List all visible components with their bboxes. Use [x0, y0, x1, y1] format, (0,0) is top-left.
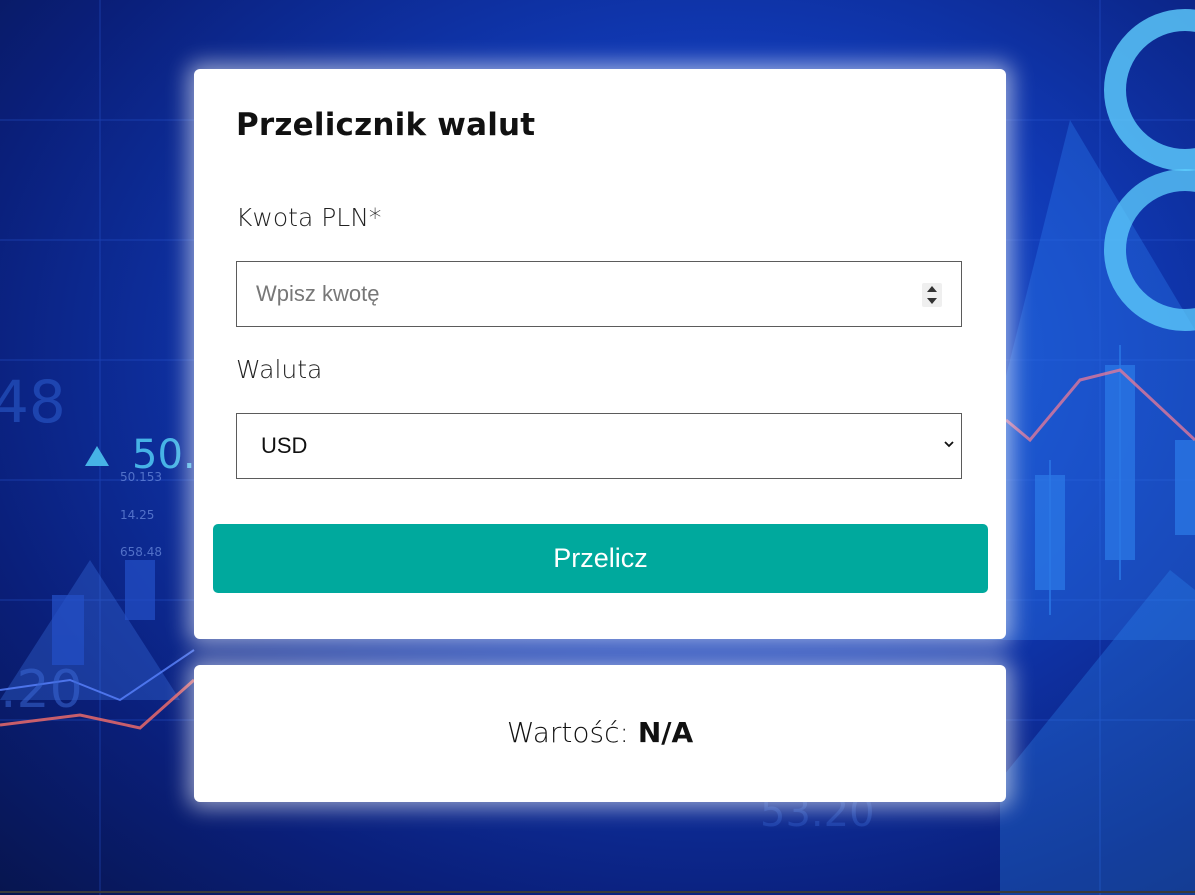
amount-input[interactable]: [237, 262, 917, 326]
currency-label: Waluta: [236, 355, 323, 384]
background-number-small-3: 658.48: [120, 545, 162, 559]
background-number-left: 48: [0, 368, 66, 436]
converter-card: Przelicznik walut Kwota PLN* Waluta USD …: [194, 69, 1006, 639]
currency-select[interactable]: USD: [236, 413, 962, 479]
currency-selected-value: USD: [261, 433, 308, 458]
page-title: Przelicznik walut: [236, 107, 536, 143]
background-number-small-1: 50.153: [120, 470, 162, 484]
spinner-up-icon[interactable]: [927, 286, 937, 292]
convert-button[interactable]: Przelicz: [213, 524, 988, 593]
spinner-down-icon[interactable]: [927, 298, 937, 304]
triangle-up-icon: [85, 446, 109, 466]
result-value: N/A: [637, 716, 694, 749]
result-label: Wartość:: [506, 716, 629, 749]
amount-field[interactable]: [236, 261, 962, 327]
result-card: Wartość: N/A: [194, 665, 1006, 802]
chevron-down-icon: [944, 441, 954, 448]
background-number-left-bottom: .20: [0, 660, 83, 720]
background-number-small-2: 14.25: [120, 508, 155, 522]
number-spinner-icon[interactable]: [922, 283, 942, 307]
amount-label: Kwota PLN*: [236, 203, 382, 232]
result-line: Wartość: N/A: [194, 716, 1006, 749]
